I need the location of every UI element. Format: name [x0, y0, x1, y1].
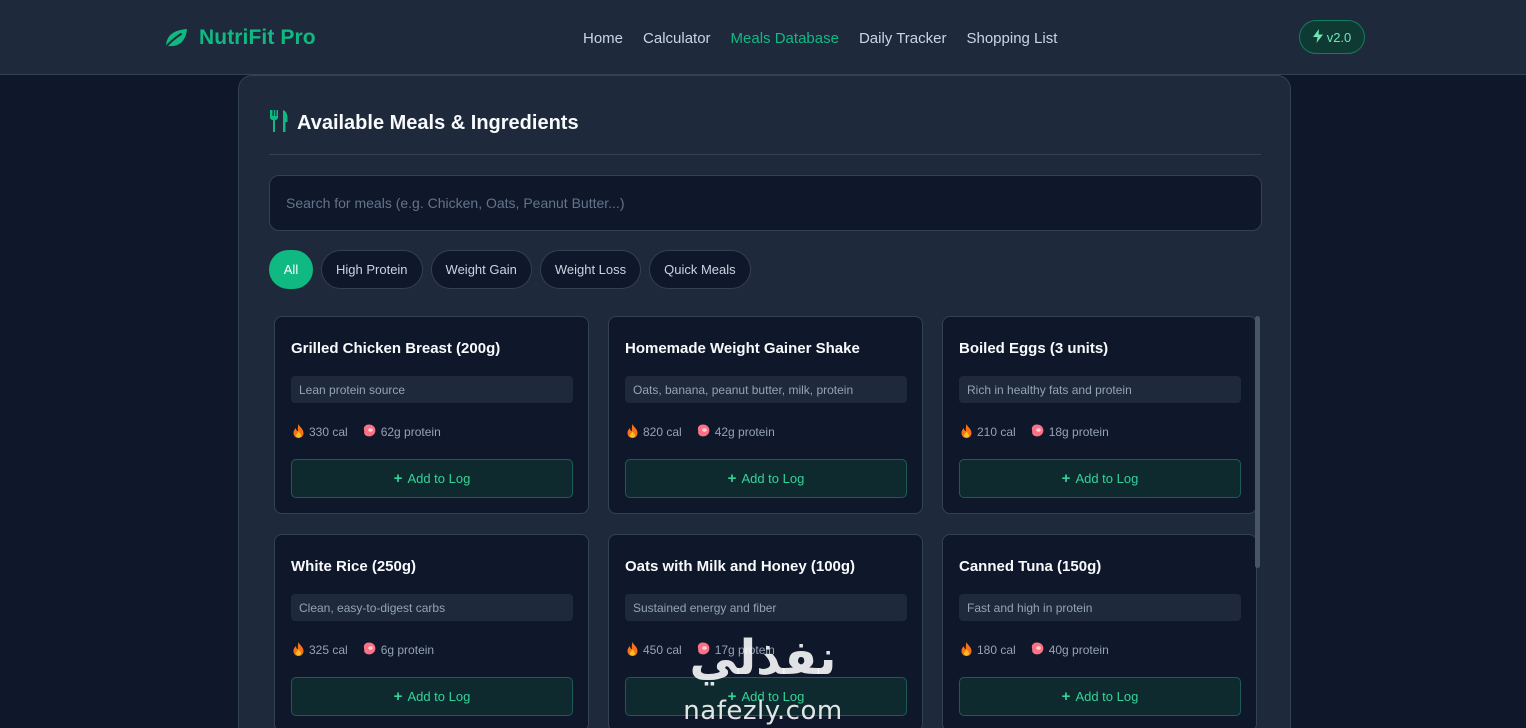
meal-calories: 820 cal	[643, 425, 682, 439]
meals-panel: Available Meals & Ingredients All High P…	[238, 75, 1291, 728]
meal-description: Oats, banana, peanut butter, milk, prote…	[625, 376, 907, 403]
title-divider	[269, 154, 1261, 155]
meal-description: Rich in healthy fats and protein	[959, 376, 1241, 403]
nav-shopping-list[interactable]: Shopping List	[966, 30, 1057, 47]
top-navbar: NutriFit Pro Home Calculator Meals Datab…	[0, 0, 1526, 75]
brand-logo[interactable]: NutriFit Pro	[163, 24, 316, 52]
filter-all[interactable]: All	[269, 250, 313, 289]
meals-grid: Grilled Chicken Breast (200g) Lean prote…	[274, 316, 1258, 728]
meat-icon	[696, 642, 710, 658]
meal-name: Canned Tuna (150g)	[959, 558, 1102, 575]
add-to-log-button[interactable]: + Add to Log	[625, 677, 907, 716]
filter-weight-gain[interactable]: Weight Gain	[430, 250, 532, 289]
fire-icon	[627, 423, 638, 441]
version-text: v2.0	[1326, 29, 1352, 45]
meal-card: Grilled Chicken Breast (200g) Lean prote…	[274, 316, 589, 514]
meat-icon	[362, 424, 376, 440]
meal-protein: 62g protein	[380, 425, 441, 439]
plus-icon: +	[727, 470, 737, 487]
add-to-log-button[interactable]: + Add to Log	[959, 677, 1241, 716]
meat-icon	[1030, 642, 1044, 658]
brand-name: NutriFit Pro	[199, 26, 316, 49]
meal-calories: 325 cal	[309, 643, 348, 657]
meals-scrollbar[interactable]	[1255, 316, 1260, 568]
filter-high-protein[interactable]: High Protein	[321, 250, 423, 289]
meat-icon	[696, 424, 710, 440]
meal-name: Boiled Eggs (3 units)	[959, 340, 1109, 357]
plus-icon: +	[1061, 470, 1071, 487]
leaf-icon	[163, 27, 189, 49]
add-to-log-button[interactable]: + Add to Log	[291, 677, 573, 716]
utensils-icon	[269, 109, 288, 137]
meal-name: Homemade Weight Gainer Shake	[625, 340, 860, 357]
meal-calories: 180 cal	[977, 643, 1016, 657]
meal-stats: 450 cal 17g protein	[627, 641, 789, 659]
meal-card: Homemade Weight Gainer Shake Oats, banan…	[608, 316, 923, 514]
meal-description: Sustained energy and fiber	[625, 594, 907, 621]
add-to-log-button[interactable]: + Add to Log	[625, 459, 907, 498]
add-to-log-button[interactable]: + Add to Log	[291, 459, 573, 498]
meal-protein: 6g protein	[380, 643, 435, 657]
version-badge: v2.0	[1299, 20, 1365, 54]
nav-meals-database[interactable]: Meals Database	[731, 30, 839, 47]
meal-calories: 450 cal	[643, 643, 682, 657]
meal-stats: 330 cal 62g protein	[293, 423, 455, 441]
filter-quick-meals[interactable]: Quick Meals	[649, 250, 751, 289]
main-nav: Home Calculator Meals Database Daily Tra…	[573, 26, 1067, 50]
nav-home[interactable]: Home	[583, 30, 623, 47]
add-to-log-button[interactable]: + Add to Log	[959, 459, 1241, 498]
meal-stats: 325 cal 6g protein	[293, 641, 448, 659]
meal-calories: 330 cal	[309, 425, 348, 439]
fire-icon	[627, 641, 638, 659]
bolt-icon	[1312, 28, 1323, 46]
meal-description: Clean, easy-to-digest carbs	[291, 594, 573, 621]
meal-protein: 17g protein	[714, 643, 775, 657]
meal-stats: 180 cal 40g protein	[961, 641, 1123, 659]
meal-name: White Rice (250g)	[291, 558, 417, 575]
panel-title: Available Meals & Ingredients	[269, 109, 579, 137]
panel-heading: Available Meals & Ingredients	[297, 111, 579, 134]
meal-search-input[interactable]	[269, 175, 1262, 231]
fire-icon	[293, 423, 304, 441]
meal-calories: 210 cal	[977, 425, 1016, 439]
meal-stats: 820 cal 42g protein	[627, 423, 789, 441]
meal-stats: 210 cal 18g protein	[961, 423, 1123, 441]
meal-protein: 18g protein	[1048, 425, 1109, 439]
meal-protein: 42g protein	[714, 425, 775, 439]
fire-icon	[961, 423, 972, 441]
meat-icon	[1030, 424, 1044, 440]
meal-description: Lean protein source	[291, 376, 573, 403]
meal-card: White Rice (250g) Clean, easy-to-digest …	[274, 534, 589, 728]
meat-icon	[362, 642, 376, 658]
meal-card: Boiled Eggs (3 units) Rich in healthy fa…	[942, 316, 1257, 514]
meal-name: Grilled Chicken Breast (200g)	[291, 340, 501, 357]
fire-icon	[961, 641, 972, 659]
filter-weight-loss[interactable]: Weight Loss	[539, 250, 642, 289]
nav-daily-tracker[interactable]: Daily Tracker	[859, 30, 947, 47]
nav-calculator[interactable]: Calculator	[643, 30, 711, 47]
filter-chips: All High Protein Weight Gain Weight Loss…	[269, 250, 751, 289]
meal-protein: 40g protein	[1048, 643, 1109, 657]
fire-icon	[293, 641, 304, 659]
plus-icon: +	[727, 688, 737, 705]
plus-icon: +	[393, 688, 403, 705]
plus-icon: +	[393, 470, 403, 487]
meal-description: Fast and high in protein	[959, 594, 1241, 621]
plus-icon: +	[1061, 688, 1071, 705]
meal-name: Oats with Milk and Honey (100g)	[625, 558, 856, 575]
meal-card: Oats with Milk and Honey (100g) Sustaine…	[608, 534, 923, 728]
meal-card: Canned Tuna (150g) Fast and high in prot…	[942, 534, 1257, 728]
